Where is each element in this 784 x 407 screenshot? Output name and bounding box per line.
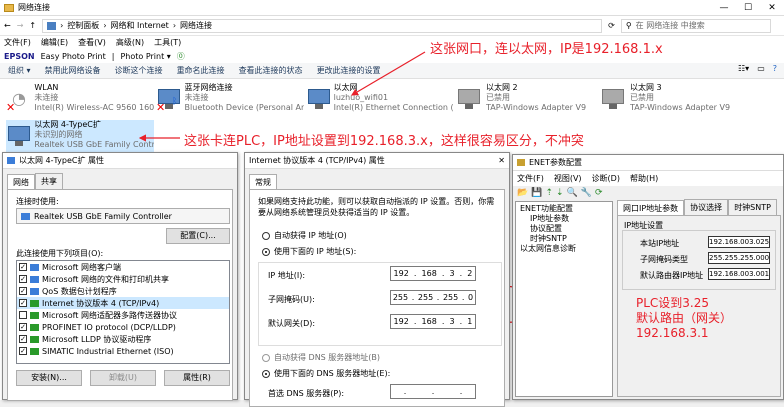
run-icon[interactable]: ⟳ [595,188,603,198]
ipv4-titlebar: Internet 协议版本 4 (TCP/IPv4) 属性 ✕ [245,153,509,169]
zoom-icon[interactable]: 🔍 [567,188,578,198]
default-gateway-field[interactable]: 192. 168. 3. 1 [390,314,476,329]
manual-ip-radio[interactable] [262,247,270,256]
items-label: 此连接使用下列项目(O): [16,249,104,258]
ip-label: IP 地址(I): [268,271,306,280]
manual-ip-option[interactable]: 使用下面的 IP 地址(S): [262,246,356,257]
adapter-properties-dialog: 以太网 4-TypeC扩 属性 网络 共享 连接时使用: Realtek USB… [2,152,238,401]
list-item[interactable]: ✓ Microsoft LLDP 协议驱动程序 [17,333,229,345]
service-icon [30,275,39,283]
enet-menu-diagnose[interactable]: 诊断(D) [592,173,620,184]
enet-mask-field[interactable]: 255.255.255.000 [708,252,770,264]
protocol-icon [30,347,39,355]
network-icon [7,157,15,164]
protocol-icon [30,311,39,319]
enet-config-dialog: ENET参数配置 文件(F) 视图(V) 诊断(D) 帮助(H) 📂 💾 ⇡ ⇣… [512,154,784,400]
list-item[interactable]: ✓ Internet 协议版本 4 (TCP/IPv4) [17,297,229,309]
enet-gw-label: 默认路由器IP地址 [640,271,704,280]
enet-icon [517,159,525,166]
tab-sharing[interactable]: 共享 [35,173,63,189]
save-icon[interactable]: 💾 [531,188,542,198]
enet-titlebar: ENET参数配置 [513,155,783,171]
preferred-dns-field[interactable]: ... [390,384,476,399]
general-tab-pane: 如果网络支持此功能，则可以获取自动指派的 IP 设置。否则，你需要从网络系统管理… [249,189,505,407]
manual-dns-radio[interactable] [262,369,270,378]
enet-tabs: 网口IP地址参数 协议选择 时钟SNTP [617,199,777,216]
enet-tree: ENET功能配置 IP地址参数 协议配置 时钟SNTP 以太网信息诊断 [515,201,613,397]
upload-icon[interactable]: ⇡ [545,188,553,198]
arrow-to-ethernet [350,51,426,96]
local-ip-label: 本站IP地址 [640,239,680,248]
tab-sntp[interactable]: 时钟SNTP [728,199,777,215]
connect-using-label: 连接时使用: [16,197,59,206]
auto-ip-option[interactable]: 自动获得 IP 地址(O) [262,230,347,241]
auto-dns-radio[interactable] [262,353,270,362]
protocol-icon [30,323,39,331]
tab-ip-params[interactable]: 网口IP地址参数 [617,200,685,216]
open-file-icon[interactable]: 📂 [517,188,528,198]
ipv4-description: 如果网络支持此功能，则可以获取自动指派的 IP 设置。否则，你需要从网络系统管理… [258,197,495,217]
enet-menu-view[interactable]: 视图(V) [554,173,582,184]
list-item[interactable]: Microsoft 网络适配器多路传送器协议 [17,309,229,321]
tree-item-sntp[interactable]: 时钟SNTP [520,234,608,244]
annotation-plc: PLC设到3.25 默认路由（网关） 192.168.3.1 [636,296,733,340]
ip-address-field[interactable]: 192. 168. 3. 2 [390,266,476,281]
list-item[interactable]: ✓ QoS 数据包计划程序 [17,285,229,297]
list-item[interactable]: ✓ SIMATIC Industrial Ethernet (ISO) [17,345,229,357]
auto-dns-option[interactable]: 自动获得 DNS 服务器地址(B) [262,352,380,363]
tree-item-enet-config[interactable]: ENET功能配置 [520,204,608,214]
list-item[interactable]: ✓ PROFINET IO protocol (DCP/LLDP) [17,321,229,333]
tree-item-diagnostics[interactable]: 以太网信息诊断 [520,244,608,254]
enet-mask-label: 子网掩码类型 [640,255,688,264]
enet-gw-field[interactable]: 192.168.003.001 [708,268,770,280]
tree-item-ip-params[interactable]: IP地址参数 [520,214,608,224]
uninstall-button[interactable]: 卸载(U) [90,370,156,386]
enet-menu-bar: 文件(F) 视图(V) 诊断(D) 帮助(H) [513,171,783,186]
tools-icon[interactable]: 🔧 [581,188,592,198]
protocol-icon [30,335,39,343]
tab-network[interactable]: 网络 [7,174,35,190]
components-list: ✓ Microsoft 网络客户端 ✓ Microsoft 网络的文件和打印机共享 … [16,260,230,364]
annotation-typec: 这张卡连PLC，IP地址设置到192.168.3.x，这样很容易区分，不冲突 [184,134,584,149]
tab-protocol[interactable]: 协议选择 [684,199,729,215]
annotation-ethernet: 这张网口，连以太网，IP是192.168.1.x [430,42,663,57]
service-icon [30,287,39,295]
subnet-mask-field[interactable]: 255. 255. 255. 0 [390,290,476,305]
dns-label: 首选 DNS 服务器(P): [268,389,345,398]
gateway-label: 默认网关(D): [268,319,316,328]
client-icon [30,263,39,271]
configure-button[interactable]: 配置(C)... [166,228,230,244]
enet-menu-file[interactable]: 文件(F) [517,173,544,184]
nic-icon [21,212,30,220]
tab-general[interactable]: 常规 [249,174,277,190]
enet-menu-help[interactable]: 帮助(H) [630,173,658,184]
tree-item-protocol[interactable]: 协议配置 [520,224,608,234]
install-button[interactable]: 安装(N)... [16,370,82,386]
item-properties-button[interactable]: 属性(R) [164,370,230,386]
ipv4-properties-dialog: Internet 协议版本 4 (TCP/IPv4) 属性 ✕ 常规 如果网络支… [244,152,510,407]
enet-toolbar: 📂 💾 ⇡ ⇣ 🔍 🔧 ⟳ [513,186,783,200]
local-ip-field[interactable]: 192.168.003.025 [708,236,770,248]
manual-dns-option[interactable]: 使用下面的 DNS 服务器地址(E): [262,368,390,379]
close-icon[interactable]: ✕ [498,156,505,165]
download-icon[interactable]: ⇣ [556,188,564,198]
mask-label: 子网掩码(U): [268,295,315,304]
protocol-icon [30,299,39,307]
list-item[interactable]: ✓ Microsoft 网络的文件和打印机共享 [17,273,229,285]
network-tab-pane: 连接时使用: Realtek USB GbE Family Controller… [7,189,233,401]
properties-titlebar: 以太网 4-TypeC扩 属性 [3,153,237,169]
adapter-name-field: Realtek USB GbE Family Controller [16,208,230,224]
auto-ip-radio[interactable] [262,231,270,240]
list-item[interactable]: ✓ Microsoft 网络客户端 [17,261,229,273]
